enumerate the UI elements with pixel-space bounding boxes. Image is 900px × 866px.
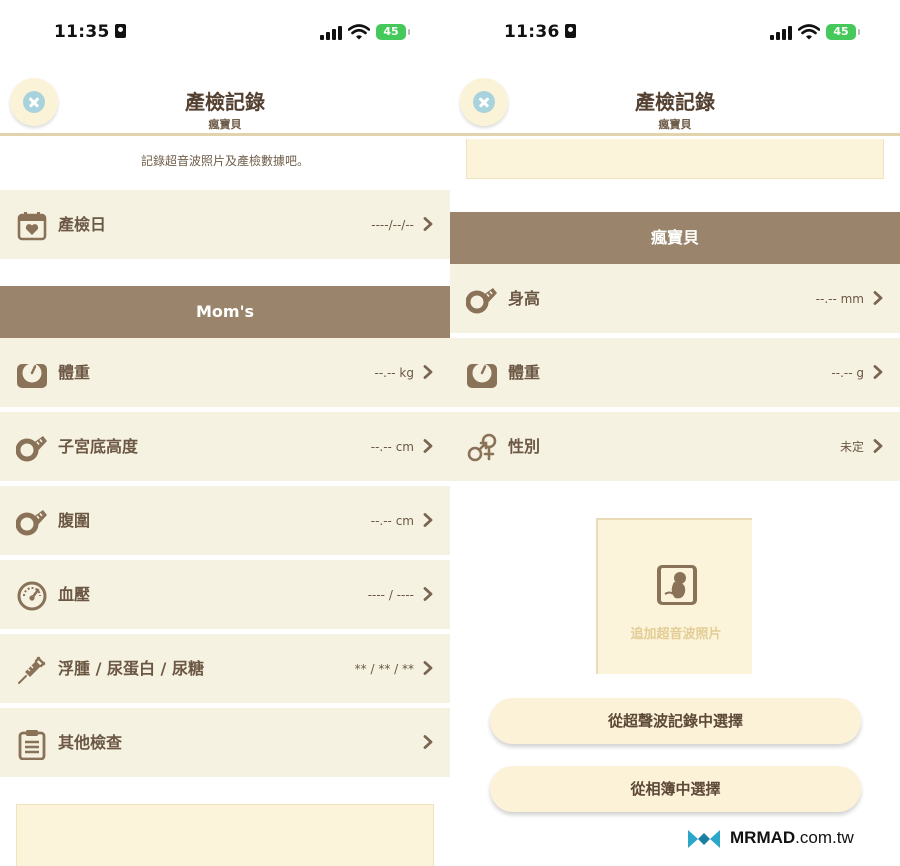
chevron-right-icon [873, 439, 883, 453]
chevron-right-icon [423, 735, 433, 749]
mom-section-header: Mom's [0, 286, 450, 338]
right-screen: 11:36 45 產檢記錄 瘋寶貝 瘋寶貝 身高 --.-- mm 體重 --.… [450, 0, 900, 866]
scale-icon [467, 363, 497, 388]
exam-date-row[interactable]: 產檢日 ----/--/-- [0, 190, 450, 260]
other-exams-label: 其他檢查 [58, 733, 123, 752]
chevron-right-icon [873, 291, 883, 305]
baby-height-row[interactable]: 身高 --.-- mm [450, 264, 900, 334]
hint-text: 記錄超音波照片及產檢數據吧。 [140, 154, 309, 168]
status-time: 11:35 [54, 22, 126, 42]
other-exams-row[interactable]: 其他檢查 [0, 708, 450, 778]
chevron-right-icon [873, 365, 883, 379]
page-title: 產檢記錄 [185, 90, 265, 114]
id-card-icon [114, 24, 126, 38]
add-ultrasound-photo[interactable]: 追加超音波照片 [596, 518, 752, 674]
fundal-height-row[interactable]: 子宮底高度 --.-- cm [0, 412, 450, 482]
status-time: 11:36 [504, 22, 576, 42]
select-from-album-button[interactable]: 從相簿中選擇 [490, 766, 861, 812]
calendar-heart-icon [17, 212, 47, 241]
tape-measure-icon [16, 436, 47, 462]
left-screen: 11:35 45 產檢記錄 瘋寶貝 記錄超音波照片及產檢數據吧。 產檢日 ---… [0, 0, 450, 866]
nav-bar: 產檢記錄 瘋寶貝 [0, 66, 450, 136]
baby-weight-label: 體重 [508, 363, 541, 382]
chevron-right-icon [423, 365, 433, 379]
blood-pressure-value: ---- / ---- [367, 588, 414, 602]
urine-test-value: ** / ** / ** [354, 662, 414, 676]
ultrasound-fetus-icon [657, 565, 697, 605]
chevron-right-icon [423, 513, 433, 527]
mrmad-logo-icon [688, 830, 720, 848]
baby-weight-value: --.-- g [831, 366, 864, 380]
mom-weight-row[interactable]: 體重 --.-- kg [0, 338, 450, 408]
urine-test-row[interactable]: 浮腫 / 尿蛋白 / 尿糖 ** / ** / ** [0, 634, 450, 704]
tape-measure-icon [16, 510, 47, 536]
baby-height-label: 身高 [508, 289, 541, 308]
scale-icon [17, 363, 47, 388]
baby-gender-row[interactable]: 性別 未定 [450, 412, 900, 482]
chevron-right-icon [423, 661, 433, 675]
select-from-ultrasound-button[interactable]: 從超聲波記錄中選擇 [490, 698, 861, 744]
waist-label: 腹圍 [58, 511, 91, 530]
fundal-height-value: --.-- cm [370, 440, 414, 454]
memo-box[interactable] [466, 139, 884, 179]
baby-gender-label: 性別 [508, 437, 541, 456]
id-card-icon [564, 24, 576, 38]
chevron-right-icon [423, 217, 433, 231]
baby-weight-row[interactable]: 體重 --.-- g [450, 338, 900, 408]
nav-bar: 產檢記錄 瘋寶貝 [450, 66, 900, 136]
cellular-signal-icon [770, 26, 792, 40]
blood-pressure-label: 血壓 [58, 585, 91, 604]
baby-section-header: 瘋寶貝 [450, 212, 900, 264]
mom-weight-label: 體重 [58, 363, 91, 382]
status-bar: 11:36 45 [450, 0, 900, 66]
waist-value: --.-- cm [370, 514, 414, 528]
chevron-right-icon [423, 439, 433, 453]
tape-measure-icon [466, 288, 497, 314]
status-bar: 11:35 45 [0, 0, 450, 66]
exam-date-label: 產檢日 [58, 215, 107, 234]
page-subtitle: 瘋寶貝 [658, 118, 692, 131]
clipboard-icon [18, 730, 46, 760]
gauge-icon [17, 581, 47, 611]
urine-test-label: 浮腫 / 尿蛋白 / 尿糖 [58, 659, 204, 678]
watermark-text: MRMAD.com.tw [730, 828, 854, 847]
waist-row[interactable]: 腹圍 --.-- cm [0, 486, 450, 556]
memo-box[interactable] [16, 804, 434, 866]
page-subtitle: 瘋寶貝 [208, 118, 242, 131]
mom-weight-value: --.-- kg [374, 366, 414, 380]
fundal-height-label: 子宮底高度 [58, 437, 139, 456]
cellular-signal-icon [320, 26, 342, 40]
syringe-icon [18, 656, 46, 684]
exam-date-value: ----/--/-- [371, 218, 414, 232]
add-photo-label: 追加超音波照片 [630, 627, 722, 642]
gender-icon [467, 433, 497, 462]
wifi-icon [798, 24, 820, 40]
page-title: 產檢記錄 [635, 90, 715, 114]
wifi-icon [348, 24, 370, 40]
baby-height-value: --.-- mm [815, 292, 864, 306]
battery-icon: 45 [826, 24, 860, 40]
chevron-right-icon [423, 587, 433, 601]
battery-icon: 45 [376, 24, 410, 40]
baby-gender-value: 未定 [839, 440, 864, 454]
blood-pressure-row[interactable]: 血壓 ---- / ---- [0, 560, 450, 630]
